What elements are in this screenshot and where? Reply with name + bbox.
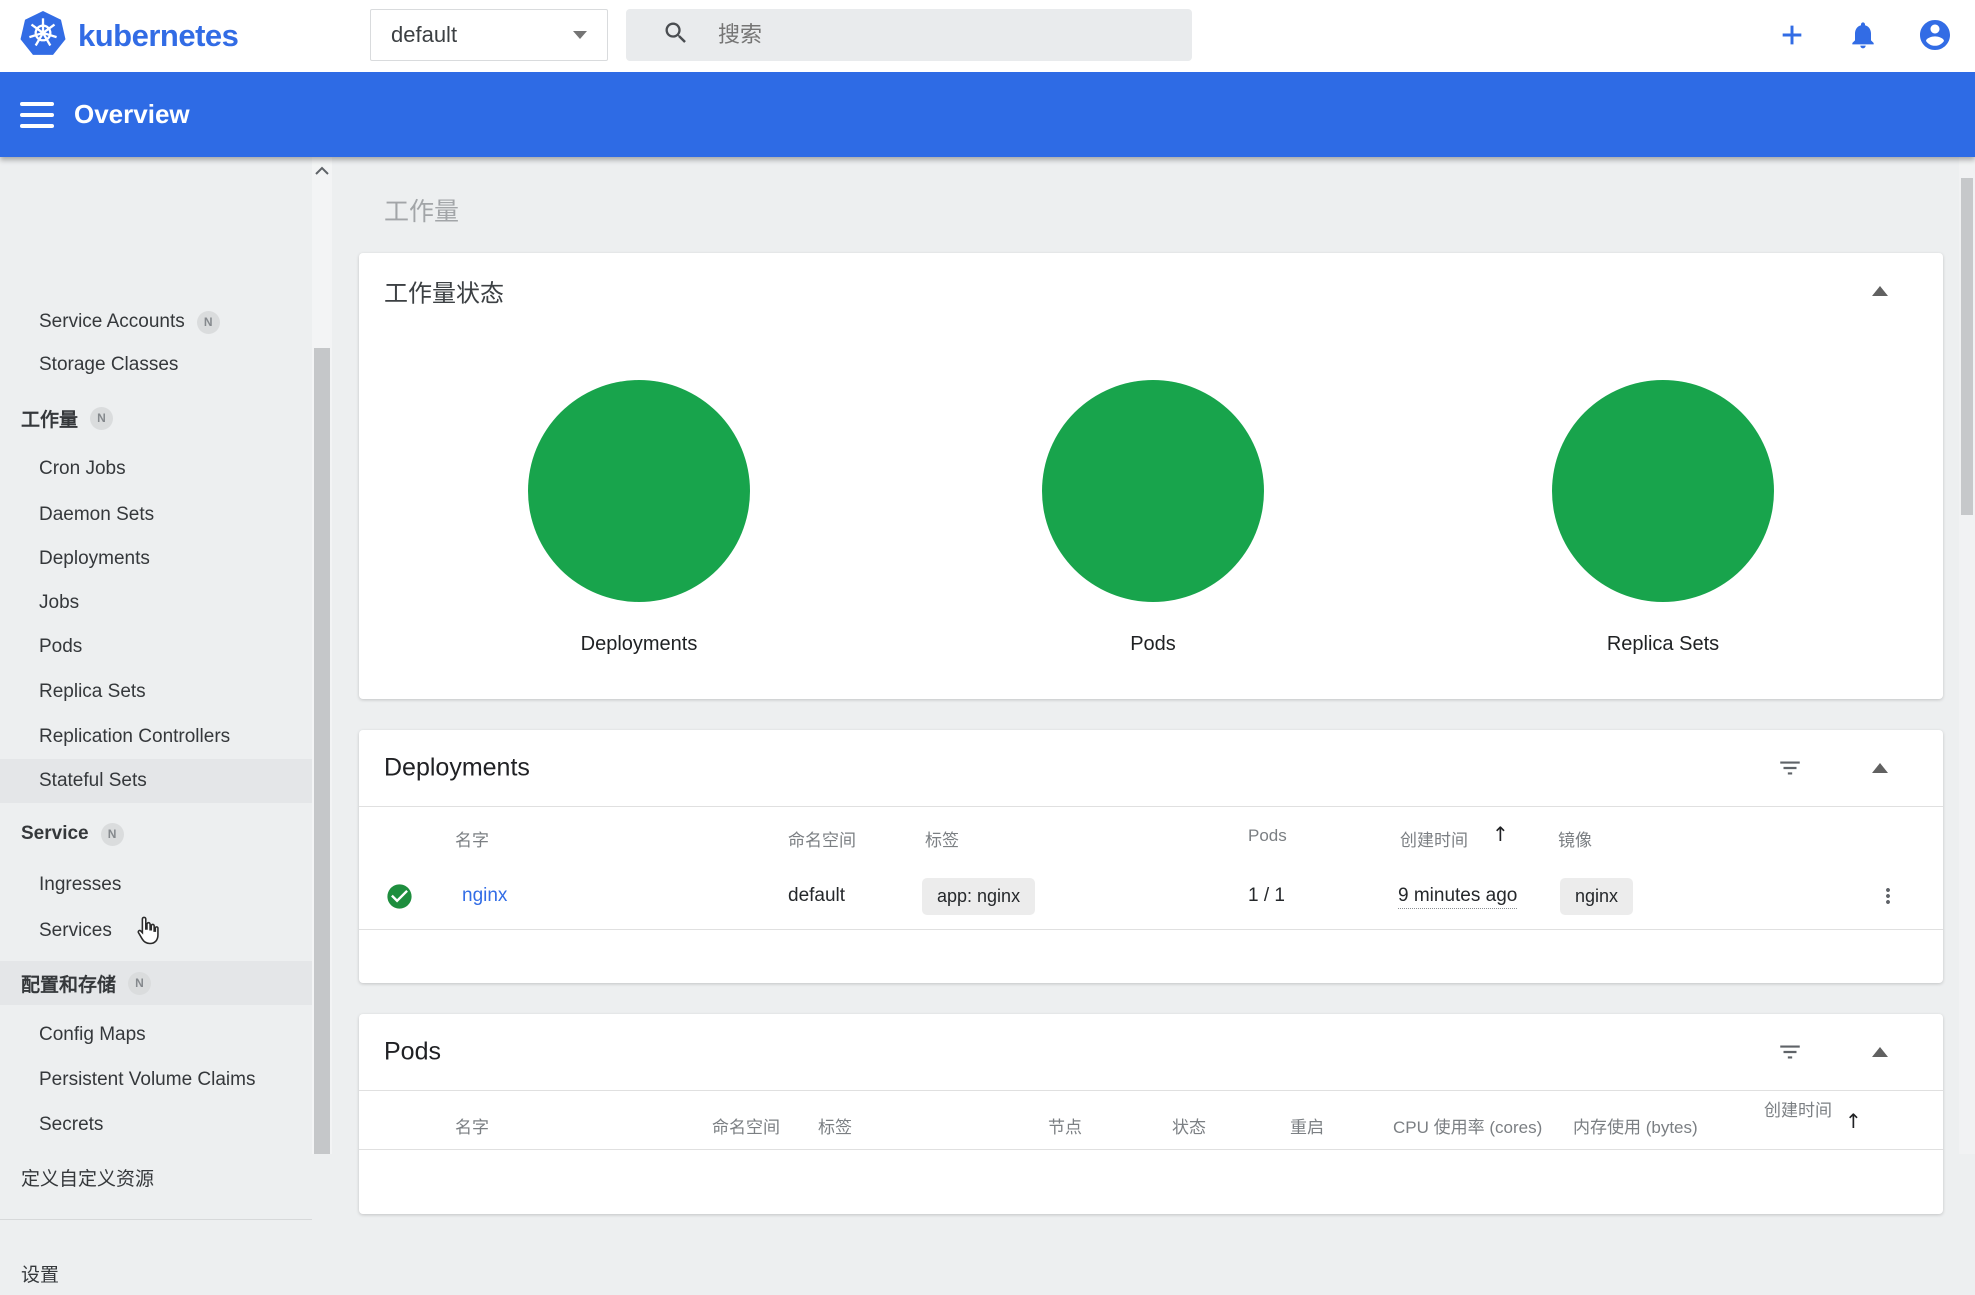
sidebar-item-persistent-volume-claims[interactable]: Persistent Volume Claims xyxy=(0,1058,312,1102)
deployment-namespace: default xyxy=(788,885,845,907)
sidebar-nav: Service Accounts N Storage Classes 工作量 N… xyxy=(0,157,332,1154)
chevron-down-icon xyxy=(573,31,587,39)
replica-sets-status-chart[interactable] xyxy=(1552,380,1774,602)
col-header-status[interactable]: 状态 xyxy=(1172,1113,1206,1138)
sidebar-item-replica-sets[interactable]: Replica Sets xyxy=(0,670,312,714)
namespace-selected-value: default xyxy=(391,22,573,48)
search-icon xyxy=(662,19,690,52)
hamburger-icon[interactable] xyxy=(20,102,54,128)
sidebar-item-custom-resource-definitions[interactable]: 定义自定义资源 xyxy=(0,1155,312,1199)
collapse-up-icon[interactable] xyxy=(1872,1047,1888,1057)
namespaced-badge: N xyxy=(128,972,151,995)
bell-icon xyxy=(1847,19,1879,56)
col-header-name[interactable]: 名字 xyxy=(455,1113,489,1138)
sidebar-item-ingresses[interactable]: Ingresses xyxy=(0,863,312,907)
sidebar-item-replication-controllers[interactable]: Replication Controllers xyxy=(0,715,312,759)
col-header-labels[interactable]: 标签 xyxy=(925,826,959,851)
status-ok-icon xyxy=(385,882,414,916)
namespaced-badge: N xyxy=(90,407,113,430)
col-header-pods[interactable]: Pods xyxy=(1248,826,1287,846)
sidebar-item-service-accounts[interactable]: Service Accounts N xyxy=(0,300,312,344)
col-header-namespace[interactable]: 命名空间 xyxy=(712,1113,780,1138)
kubernetes-logo[interactable]: kubernetes xyxy=(20,13,238,59)
col-header-namespace[interactable]: 命名空间 xyxy=(788,826,856,851)
app-header: kubernetes default xyxy=(0,0,1975,72)
deployment-row-nginx: nginx default app: nginx 1 / 1 9 minutes… xyxy=(359,863,1943,930)
sidebar-item-cron-jobs[interactable]: Cron Jobs xyxy=(0,447,312,491)
pods-card: Pods 名字 命名空间 标签 节点 状态 重启 CPU 使用率 (cores)… xyxy=(359,1014,1943,1214)
sidebar-section-config-and-storage[interactable]: 配置和存储 N xyxy=(0,961,312,1005)
search-input[interactable] xyxy=(718,22,1148,48)
toolbar: Overview xyxy=(0,72,1975,157)
row-menu-button[interactable] xyxy=(1871,879,1905,913)
kubernetes-logo-icon xyxy=(20,11,66,62)
sidebar-section-workloads[interactable]: 工作量 N xyxy=(0,396,312,440)
sort-ascending-icon[interactable]: ↑ xyxy=(1845,1109,1862,1133)
deployments-status-chart[interactable] xyxy=(528,380,750,602)
deployments-card-title: Deployments xyxy=(384,754,530,783)
account-icon xyxy=(1917,17,1953,58)
deployment-pods-count: 1 / 1 xyxy=(1248,885,1285,907)
sidebar-scrollbar-up-icon[interactable] xyxy=(312,159,332,183)
plus-icon xyxy=(1776,19,1808,56)
sort-ascending-icon[interactable]: ↑ xyxy=(1492,822,1509,846)
sidebar-item-services[interactable]: Services xyxy=(0,909,312,953)
collapse-up-icon[interactable] xyxy=(1872,763,1888,773)
search-box[interactable] xyxy=(626,9,1192,61)
deployments-table-header: 名字 命名空间 标签 Pods 创建时间 ↑ 镜像 xyxy=(359,806,1943,863)
sidebar-item-deployments[interactable]: Deployments xyxy=(0,537,312,581)
col-header-name[interactable]: 名字 xyxy=(455,826,489,851)
logo-text: kubernetes xyxy=(78,18,238,54)
pods-table-header: 名字 命名空间 标签 节点 状态 重启 CPU 使用率 (cores) 内存使用… xyxy=(359,1090,1943,1150)
namespace-selector[interactable]: default xyxy=(370,9,608,61)
sidebar-section-service[interactable]: Service N xyxy=(0,812,312,856)
collapse-up-icon[interactable] xyxy=(1872,286,1888,296)
filter-icon[interactable] xyxy=(1776,754,1804,782)
label-chip: app: nginx xyxy=(922,878,1035,915)
workload-status-card: 工作量状态 Deployments Pods Replica Sets xyxy=(359,253,1943,699)
col-header-memory[interactable]: 内存使用 (bytes) xyxy=(1573,1113,1698,1138)
namespaced-badge: N xyxy=(197,311,220,334)
sidebar-item-pods[interactable]: Pods xyxy=(0,625,312,669)
col-header-node[interactable]: 节点 xyxy=(1048,1113,1082,1138)
workload-status-title: 工作量状态 xyxy=(384,274,504,309)
pods-chart-label: Pods xyxy=(1042,633,1264,656)
col-header-created[interactable]: 创建时间 xyxy=(1400,826,1468,851)
sidebar-item-daemon-sets[interactable]: Daemon Sets xyxy=(0,493,312,537)
sidebar-item-secrets[interactable]: Secrets xyxy=(0,1103,312,1147)
pods-status-chart[interactable] xyxy=(1042,380,1264,602)
page-toolbar-title: Overview xyxy=(74,99,190,130)
sidebar-item-settings[interactable]: 设置 xyxy=(0,1251,312,1295)
deployment-name-link[interactable]: nginx xyxy=(462,885,507,907)
deployment-created-time: 9 minutes ago xyxy=(1398,885,1517,909)
col-header-restarts[interactable]: 重启 xyxy=(1290,1113,1324,1138)
sidebar-item-storage-classes[interactable]: Storage Classes xyxy=(0,343,312,387)
main-scrollbar-thumb[interactable] xyxy=(1961,178,1973,515)
page-title: 工作量 xyxy=(384,192,459,228)
col-header-created[interactable]: 创建时间 xyxy=(1759,1099,1837,1123)
pods-card-title: Pods xyxy=(384,1038,441,1067)
col-header-labels[interactable]: 标签 xyxy=(818,1113,852,1138)
namespaced-badge: N xyxy=(101,823,124,846)
replica-sets-chart-label: Replica Sets xyxy=(1552,633,1774,656)
deployments-card: Deployments 名字 命名空间 标签 Pods 创建时间 ↑ 镜像 ng… xyxy=(359,730,1943,983)
image-chip: nginx xyxy=(1560,878,1633,915)
account-button[interactable] xyxy=(1917,19,1953,55)
notifications-button[interactable] xyxy=(1845,19,1881,55)
sidebar-divider xyxy=(0,1219,312,1220)
create-button[interactable] xyxy=(1774,19,1810,55)
col-header-cpu[interactable]: CPU 使用率 (cores) xyxy=(1393,1113,1542,1138)
filter-icon[interactable] xyxy=(1776,1038,1804,1066)
sidebar-item-config-maps[interactable]: Config Maps xyxy=(0,1013,312,1057)
sidebar-item-stateful-sets[interactable]: Stateful Sets xyxy=(0,759,312,803)
sidebar-item-jobs[interactable]: Jobs xyxy=(0,581,312,625)
col-header-images[interactable]: 镜像 xyxy=(1558,826,1592,851)
sidebar-scrollbar-thumb[interactable] xyxy=(314,348,330,1154)
deployments-chart-label: Deployments xyxy=(528,633,750,656)
